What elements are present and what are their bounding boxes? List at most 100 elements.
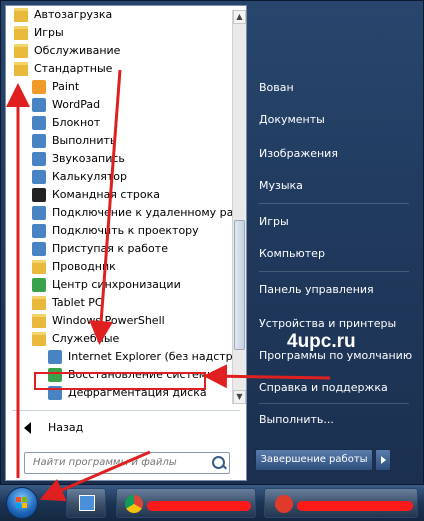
sync-center-icon bbox=[32, 278, 46, 292]
program-item[interactable]: Центр синхронизации bbox=[6, 276, 232, 294]
watermark: 4upc.ru bbox=[287, 331, 356, 352]
program-item[interactable]: Выполнить bbox=[6, 132, 232, 150]
help-support-link[interactable]: Справка и поддержка bbox=[259, 381, 388, 394]
program-label: Выполнить bbox=[52, 134, 117, 147]
chrome-icon bbox=[125, 495, 143, 513]
separator bbox=[259, 203, 409, 204]
program-item[interactable]: WordPad bbox=[6, 96, 232, 114]
notepad-icon bbox=[32, 116, 46, 130]
highlight-box bbox=[34, 372, 206, 390]
folder-icon bbox=[14, 44, 28, 58]
back-arrow-icon bbox=[24, 422, 31, 434]
program-item[interactable]: Командная строка bbox=[6, 186, 232, 204]
internet-explorer-icon bbox=[48, 350, 62, 364]
program-item[interactable]: Проводник bbox=[6, 258, 232, 276]
program-item[interactable]: Блокнот bbox=[6, 114, 232, 132]
program-label: Блокнот bbox=[52, 116, 101, 129]
redacted-mark bbox=[147, 501, 251, 511]
shutdown-button[interactable]: Завершение работы bbox=[255, 449, 373, 471]
program-label: Игры bbox=[34, 26, 64, 39]
folder-icon bbox=[32, 332, 46, 346]
separator bbox=[259, 403, 409, 404]
start-menu: Автозагрузка Игры Обслуживание Стандартные P… bbox=[0, 0, 424, 485]
explorer-icon bbox=[32, 260, 46, 274]
program-label: Обслуживание bbox=[34, 44, 121, 57]
program-item[interactable]: Tablet PC bbox=[6, 294, 232, 312]
programs-scrollbar[interactable]: ▲ ▼ bbox=[232, 10, 246, 404]
taskbar-window-button[interactable] bbox=[264, 488, 418, 518]
divider bbox=[12, 410, 240, 411]
paint-icon bbox=[32, 80, 46, 94]
program-label: Калькулятор bbox=[52, 170, 127, 183]
folder-icon bbox=[32, 314, 46, 328]
taskbar-app-button[interactable] bbox=[66, 488, 106, 518]
taskbar bbox=[0, 485, 424, 521]
program-label: Paint bbox=[52, 80, 80, 93]
program-item[interactable]: Internet Explorer (без надстроек bbox=[6, 348, 232, 366]
program-label: Стандартные bbox=[34, 62, 113, 75]
folder-icon bbox=[14, 8, 28, 22]
scroll-thumb[interactable] bbox=[234, 220, 245, 350]
program-label: Подключить к проектору bbox=[52, 224, 199, 237]
microphone-icon bbox=[32, 152, 46, 166]
user-folder-link[interactable]: Вован bbox=[259, 81, 294, 94]
back-label: Назад bbox=[48, 421, 84, 434]
projector-icon bbox=[32, 224, 46, 238]
control-panel-icon bbox=[79, 495, 95, 511]
program-label: Центр синхронизации bbox=[52, 278, 181, 291]
program-label: Служебные bbox=[52, 332, 120, 345]
scroll-down-arrow-icon[interactable]: ▼ bbox=[233, 390, 246, 404]
documents-link[interactable]: Документы bbox=[259, 113, 325, 126]
control-panel-link[interactable]: Панель управления bbox=[259, 283, 374, 296]
remote-desktop-icon bbox=[32, 206, 46, 220]
taskbar-browser-button[interactable] bbox=[116, 488, 256, 518]
windows-logo-icon bbox=[16, 497, 28, 509]
program-label: Проводник bbox=[52, 260, 116, 273]
music-link[interactable]: Музыка bbox=[259, 179, 303, 192]
games-link[interactable]: Игры bbox=[259, 215, 289, 228]
calculator-icon bbox=[32, 170, 46, 184]
start-button[interactable] bbox=[6, 487, 38, 519]
separator bbox=[259, 271, 409, 272]
search-input[interactable] bbox=[25, 453, 213, 471]
program-item[interactable]: Обслуживание bbox=[6, 42, 232, 60]
app-icon bbox=[275, 495, 293, 513]
program-label: Командная строка bbox=[52, 188, 160, 201]
program-item[interactable]: Подключение к удаленному рабо bbox=[6, 204, 232, 222]
getting-started-icon bbox=[32, 242, 46, 256]
program-label: Internet Explorer (без надстроек bbox=[68, 350, 232, 363]
program-item[interactable]: Игры bbox=[6, 24, 232, 42]
program-item[interactable]: Калькулятор bbox=[6, 168, 232, 186]
folder-icon bbox=[14, 62, 28, 76]
program-label: Звукозапись bbox=[52, 152, 125, 165]
search-icon[interactable] bbox=[212, 456, 225, 469]
computer-link[interactable]: Компьютер bbox=[259, 247, 325, 260]
search-box[interactable] bbox=[24, 452, 230, 474]
back-button[interactable]: Назад bbox=[6, 418, 83, 438]
shutdown-options-arrow-icon[interactable] bbox=[375, 449, 391, 471]
program-item[interactable]: Подключить к проектору bbox=[6, 222, 232, 240]
program-item[interactable]: Служебные bbox=[6, 330, 232, 348]
program-item[interactable]: Автозагрузка bbox=[6, 6, 232, 24]
program-item[interactable]: Приступая к работе bbox=[6, 240, 232, 258]
run-icon bbox=[32, 134, 46, 148]
redacted-mark bbox=[297, 501, 413, 511]
pictures-link[interactable]: Изображения bbox=[259, 147, 338, 160]
program-item[interactable]: Стандартные bbox=[6, 60, 232, 78]
run-link[interactable]: Выполнить... bbox=[259, 413, 334, 426]
program-item[interactable]: Windows PowerShell bbox=[6, 312, 232, 330]
devices-printers-link[interactable]: Устройства и принтеры bbox=[259, 317, 396, 330]
programs-list: Автозагрузка Игры Обслуживание Стандартные P… bbox=[6, 6, 232, 408]
program-label: Подключение к удаленному рабо bbox=[52, 206, 232, 219]
folder-icon bbox=[32, 296, 46, 310]
command-prompt-icon bbox=[32, 188, 46, 202]
programs-pane: Автозагрузка Игры Обслуживание Стандартные P… bbox=[5, 5, 247, 481]
program-item[interactable]: Звукозапись bbox=[6, 150, 232, 168]
program-label: Приступая к работе bbox=[52, 242, 168, 255]
program-label: Автозагрузка bbox=[34, 8, 113, 21]
program-item[interactable]: Paint bbox=[6, 78, 232, 96]
program-label: WordPad bbox=[52, 98, 101, 111]
scroll-up-arrow-icon[interactable]: ▲ bbox=[233, 10, 246, 24]
wordpad-icon bbox=[32, 98, 46, 112]
places-pane: Вован Документы Изображения Музыка Игры … bbox=[251, 5, 419, 481]
